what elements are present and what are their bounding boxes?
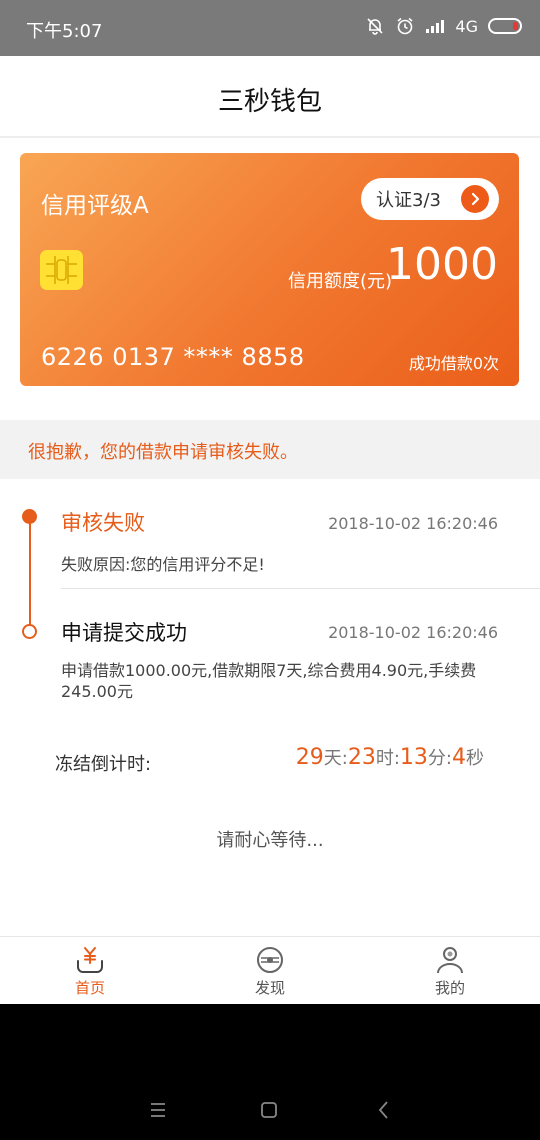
tab-home-label: 首页 — [74, 979, 105, 997]
verify-button[interactable]: 认证3/3 — [361, 178, 499, 220]
chip-icon — [40, 250, 83, 290]
event-time: 2018-10-02 16:20:46 — [328, 623, 498, 642]
timeline-dot-hollow — [22, 624, 37, 639]
network-type: 4G — [455, 16, 478, 36]
mute-bell-icon — [365, 16, 385, 36]
discover-icon — [255, 945, 285, 975]
alert-text: 很抱歉，您的借款申请审核失败。 — [28, 442, 298, 463]
alarm-icon — [395, 16, 415, 36]
tab-discover[interactable]: 发现 — [180, 937, 360, 1005]
card-number: 6226 0137 **** 8858 — [41, 343, 305, 371]
user-icon — [435, 945, 465, 975]
page-title: 三秒钱包 — [217, 87, 322, 117]
tab-bar: 首页 发现 我的 — [0, 936, 540, 1004]
countdown-days-unit: 天: — [323, 748, 348, 769]
menu-icon[interactable] — [146, 1098, 170, 1122]
wait-message: 请耐心等待... — [216, 830, 324, 851]
timeline-dot-filled — [22, 509, 37, 524]
back-icon[interactable] — [372, 1098, 396, 1122]
yen-wallet-icon — [75, 945, 105, 975]
home-square-icon[interactable] — [257, 1098, 281, 1122]
chevron-right-icon — [461, 185, 489, 213]
verify-label: 认证3/3 — [376, 190, 441, 211]
event-title-submitted: 申请提交成功 — [61, 621, 187, 645]
timeline-line — [29, 517, 31, 630]
credit-rating: 信用评级A — [41, 193, 149, 219]
countdown-minutes-unit: 分: — [427, 748, 452, 769]
tab-home[interactable]: 首页 — [0, 937, 180, 1005]
loan-count: 成功借款0次 — [408, 354, 499, 373]
alert-banner: 很抱歉，您的借款申请审核失败。 — [0, 420, 540, 479]
countdown-seconds: 4 — [452, 745, 466, 770]
tab-mine-label: 我的 — [434, 979, 465, 997]
system-nav-bar — [0, 1004, 540, 1140]
credit-card: 信用评级A 认证3/3 信用额度(元) 1000 6226 0137 **** … — [20, 153, 519, 386]
countdown-minutes: 13 — [399, 745, 428, 770]
credit-limit-label: 信用额度(元) — [288, 271, 393, 292]
status-time: 下午5:07 — [26, 21, 103, 42]
status-bar: 下午5:07 4G — [0, 0, 540, 56]
divider — [61, 588, 540, 589]
countdown-seconds-unit: 秒 — [466, 748, 484, 769]
status-icons: 4G — [365, 16, 522, 36]
tab-mine[interactable]: 我的 — [360, 937, 540, 1005]
event-title-failed: 审核失败 — [61, 511, 145, 535]
app-header: 三秒钱包 — [0, 56, 540, 138]
event-time: 2018-10-02 16:20:46 — [328, 514, 498, 533]
signal-icon — [425, 18, 445, 34]
countdown-days: 29 — [295, 745, 324, 770]
battery-icon — [488, 18, 522, 34]
countdown-timer: 29 天: 23 时: 13 分: 4 秒 — [296, 744, 484, 770]
event-detail: 失败原因:您的信用评分不足! — [61, 555, 265, 574]
countdown-hours: 23 — [347, 745, 376, 770]
event-detail: 申请借款1000.00元,借款期限7天,综合费用4.90元,手续费245.00元 — [61, 661, 477, 701]
countdown-label: 冻结倒计时: — [55, 754, 152, 775]
credit-limit-value: 1000 — [386, 239, 498, 290]
tab-discover-label: 发现 — [254, 979, 285, 997]
countdown-hours-unit: 时: — [375, 748, 400, 769]
